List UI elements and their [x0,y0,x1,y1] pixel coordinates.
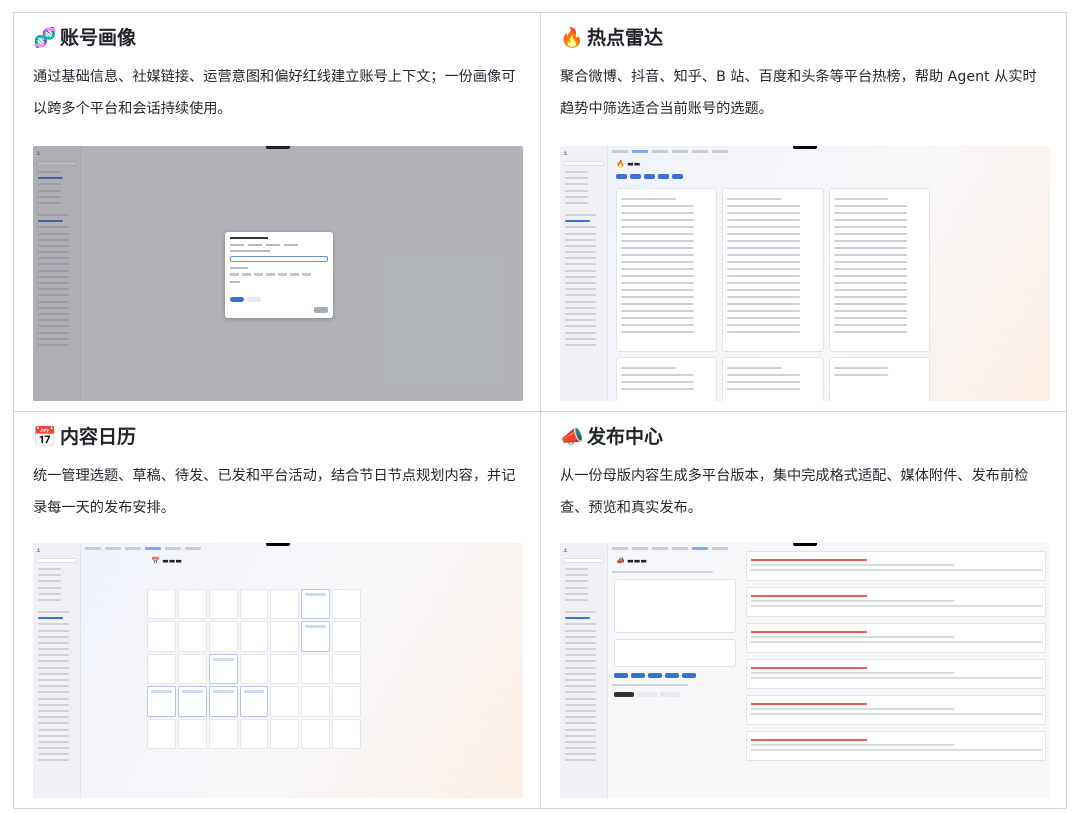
app-sidebar: ⚓ [33,543,81,798]
app-logo: ⚓ [563,151,568,157]
app-main: 📣 ▬▬▬ [608,543,1050,798]
screenshot-thumbnail: ⚓ 🔥 ▬▬ [560,146,1050,401]
app-logo: ⚓ [36,548,41,554]
card-description: 聚合微博、抖音、知乎、B 站、百度和头条等平台热榜，帮助 Agent 从实时趋势… [560,69,1037,117]
megaphone-icon: 📣 [560,426,584,448]
card-title: 🧬 账号画像 [33,25,136,51]
app-main: 🔥 ▬▬ [608,146,1050,401]
app-main: 📅 ▬▬▬ [81,543,523,798]
card-description: 统一管理选题、草稿、待发、已发和平台活动，结合节日节点规划内容，并记录每一天的发… [33,468,516,516]
feature-card-profile: 🧬 账号画像 通过基础信息、社媒链接、运营意图和偏好红线建立账号上下文；一份画像可… [14,13,540,411]
platform-previews [746,551,1046,792]
sidebar-search [36,558,77,563]
screenshot-thumbnail: ⚓ 📅 ▬▬▬ [33,543,523,798]
card-title-text: 内容日历 [60,426,137,448]
feature-grid: 🧬 账号画像 通过基础信息、社媒链接、运营意图和偏好红线建立账号上下文；一份画像可… [13,12,1067,809]
feature-card-publish: 📣 发布中心 从一份母版内容生成多平台版本，集中完成格式适配、媒体附件、发布前检查… [541,412,1068,809]
card-description: 通过基础信息、社媒链接、运营意图和偏好红线建立账号上下文；一份画像可以跨多个平台… [33,69,516,117]
screenshot-thumbnail: ⚓ 📣 ▬▬▬ [560,543,1050,798]
app-sidebar: ⚓ [560,543,608,798]
feature-card-calendar: 📅 内容日历 统一管理选题、草稿、待发、已发和平台活动，结合节日节点规划内容，并记… [14,412,540,809]
card-title: 📣 发布中心 [560,424,663,450]
card-title: 📅 内容日历 [33,424,136,450]
card-title: 🔥 热点雷达 [560,25,663,51]
dna-icon: 🧬 [33,27,57,49]
sidebar-search [563,161,604,166]
app-sidebar: ⚓ [560,146,608,401]
profile-modal [225,232,333,318]
fire-icon: 🔥 [560,27,584,49]
card-title-text: 热点雷达 [587,27,664,49]
card-description: 从一份母版内容生成多平台版本，集中完成格式适配、媒体附件、发布前检查、预览和真实… [560,468,1029,516]
card-title-text: 发布中心 [587,426,664,448]
app-logo: ⚓ [563,548,568,554]
calendar-icon: 📅 [33,426,57,448]
card-title-text: 账号画像 [60,27,137,49]
sidebar-search [563,558,604,563]
publish-editor: 📣 ▬▬▬ [612,549,738,794]
feature-card-radar: 🔥 热点雷达 聚合微博、抖音、知乎、B 站、百度和头条等平台热榜，帮助 Agent… [541,13,1068,411]
calendar-grid [147,581,361,749]
screenshot-thumbnail: ⚓ [33,146,523,401]
